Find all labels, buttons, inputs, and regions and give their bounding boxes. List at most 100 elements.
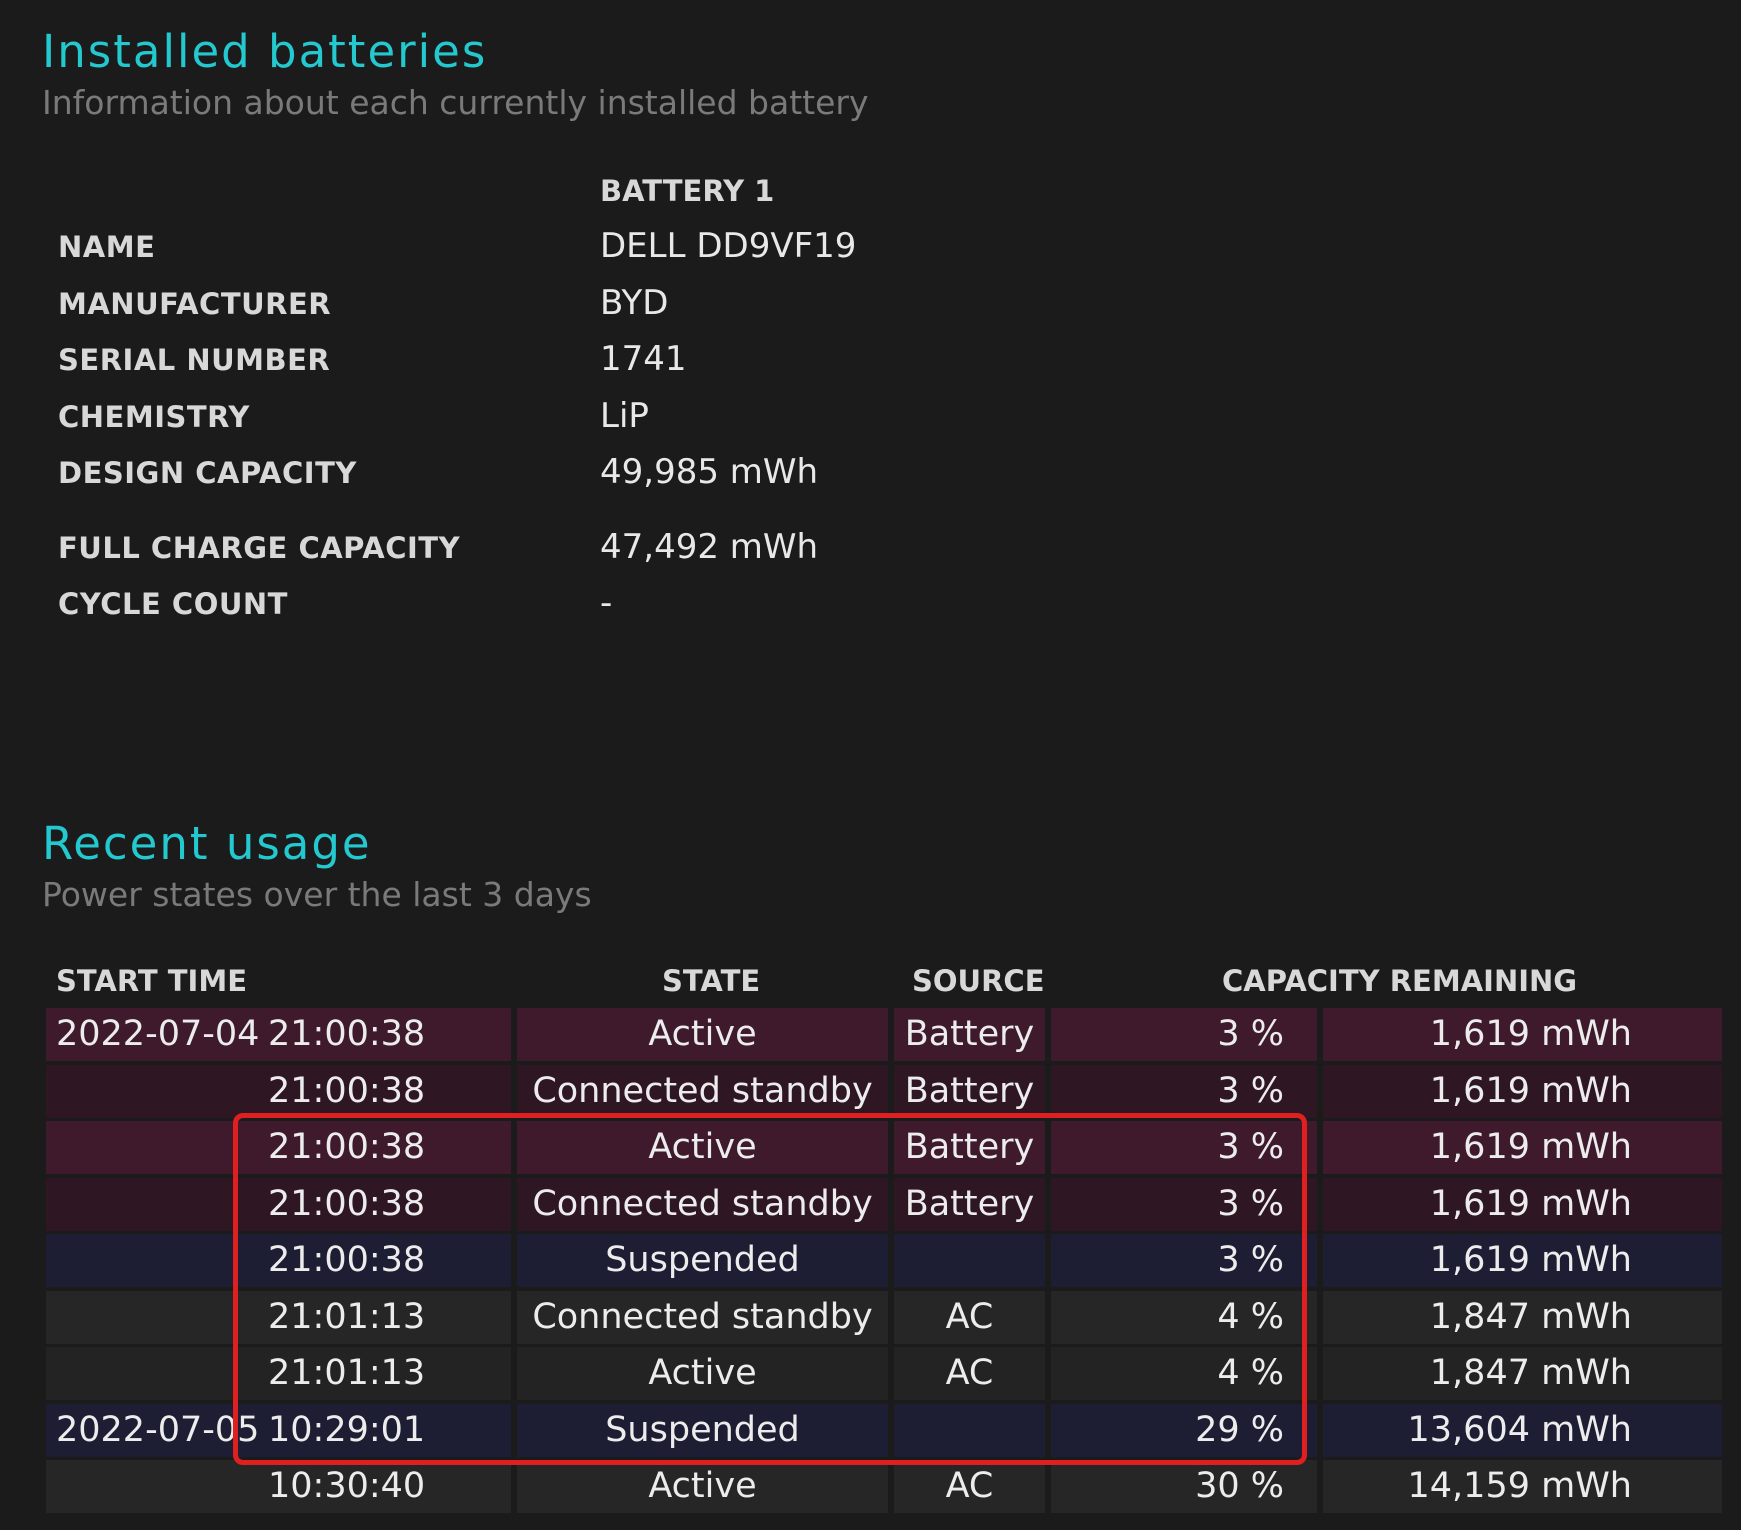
- source-cell: Battery: [894, 1121, 1045, 1174]
- percent-text: 4 %: [1217, 1296, 1284, 1337]
- battery-info-label: DESIGN CAPACITY: [58, 456, 357, 490]
- battery-info-row: MANUFACTURER BYD: [0, 283, 1741, 337]
- time-text: 21:01:13: [268, 1296, 426, 1337]
- battery-info-row: FULL CHARGE CAPACITY 47,492 mWh: [0, 527, 1741, 581]
- battery-info-row: NAME DELL DD9VF19: [0, 226, 1741, 280]
- battery-info-label: MANUFACTURER: [58, 287, 332, 321]
- time-text: 21:00:38: [268, 1014, 426, 1054]
- table-row: 21:00:38 Active Battery 3 % 1,619 mWh: [46, 1121, 1722, 1174]
- state-cell: Active: [517, 1347, 888, 1400]
- mwh-text: 1,619 mWh: [1429, 1070, 1632, 1111]
- table-row: 21:00:38 Connected standby Battery 3 % 1,619…: [46, 1064, 1722, 1118]
- start-time-cell: 10:30:40: [46, 1460, 511, 1513]
- mwh-text: 1,619 mWh: [1429, 1127, 1632, 1167]
- mwh-text: 1,619 mWh: [1429, 1014, 1632, 1054]
- capacity-mwh-cell: 1,847 mWh: [1323, 1290, 1722, 1344]
- percent-text: 3 %: [1217, 1070, 1284, 1111]
- capacity-mwh-cell: 14,159 mWh: [1323, 1460, 1722, 1513]
- capacity-remaining-header: CAPACITY REMAINING: [1222, 964, 1578, 998]
- start-time-cell: 21:01:13: [46, 1347, 511, 1400]
- start-time-cell: 21:00:38: [46, 1121, 511, 1174]
- state-cell: Connected standby: [517, 1064, 888, 1118]
- start-time-cell: 21:00:38: [46, 1177, 511, 1231]
- battery-info-label: SERIAL NUMBER: [58, 343, 331, 377]
- capacity-percent-cell: 3 %: [1051, 1234, 1317, 1287]
- capacity-percent-cell: 4 %: [1051, 1347, 1317, 1400]
- date-text: 2022-07-05: [56, 1409, 260, 1450]
- battery-info-label: NAME: [58, 230, 156, 264]
- start-time-cell: 21:00:38: [46, 1064, 511, 1118]
- time-text: 21:00:38: [268, 1183, 426, 1224]
- table-row: 21:01:13 Active AC 4 % 1,847 mWh: [46, 1347, 1722, 1400]
- battery-info-value: LiP: [600, 396, 649, 436]
- start-time-cell: 21:01:13: [46, 1290, 511, 1344]
- start-time-cell: 2022-07-05 10:29:01: [46, 1403, 511, 1457]
- battery-info-label: CHEMISTRY: [58, 400, 250, 434]
- capacity-mwh-cell: 1,619 mWh: [1323, 1064, 1722, 1118]
- source-cell: AC: [894, 1460, 1045, 1513]
- installed-batteries-table: BATTERY 1 NAME DELL DD9VF19 MANUFACTURER…: [0, 0, 1741, 700]
- mwh-text: 1,619 mWh: [1429, 1240, 1632, 1280]
- battery-info-label: FULL CHARGE CAPACITY: [58, 531, 461, 565]
- source-cell: Battery: [894, 1008, 1045, 1061]
- capacity-mwh-cell: 13,604 mWh: [1323, 1403, 1722, 1457]
- percent-text: 3 %: [1217, 1240, 1284, 1280]
- time-text: 21:00:38: [268, 1240, 426, 1280]
- percent-text: 3 %: [1217, 1127, 1284, 1167]
- time-text: 10:29:01: [268, 1409, 426, 1450]
- table-row: 2022-07-05 10:29:01 Suspended 29 % 13,604 mW…: [46, 1403, 1722, 1457]
- battery-info-row: CYCLE COUNT -: [0, 583, 1741, 637]
- date-text: 2022-07-04: [56, 1014, 260, 1054]
- table-row: 2022-07-04 21:00:38 Active Battery 3 % 1,619 …: [46, 1008, 1722, 1061]
- time-text: 21:00:38: [268, 1070, 426, 1111]
- source-header: SOURCE: [912, 964, 1045, 998]
- capacity-mwh-cell: 1,619 mWh: [1323, 1177, 1722, 1231]
- time-text: 21:00:38: [268, 1127, 426, 1167]
- state-header: STATE: [662, 964, 761, 998]
- time-text: 10:30:40: [268, 1466, 426, 1506]
- recent-usage-subtitle: Power states over the last 3 days: [42, 875, 592, 914]
- source-cell: [894, 1234, 1045, 1287]
- capacity-mwh-cell: 1,847 mWh: [1323, 1347, 1722, 1400]
- source-cell: Battery: [894, 1177, 1045, 1231]
- state-cell: Connected standby: [517, 1290, 888, 1344]
- battery-info-value: 1741: [600, 339, 687, 379]
- capacity-percent-cell: 29 %: [1051, 1403, 1317, 1457]
- battery-info-value: DELL DD9VF19: [600, 226, 857, 266]
- battery-info-row: CHEMISTRY LiP: [0, 396, 1741, 450]
- start-time-header: START TIME: [56, 964, 248, 998]
- recent-usage-title: Recent usage: [42, 817, 372, 870]
- source-cell: AC: [894, 1290, 1045, 1344]
- start-time-cell: 2022-07-04 21:00:38: [46, 1008, 511, 1061]
- table-row: 10:30:40 Active AC 30 % 14,159 mWh: [46, 1460, 1722, 1513]
- percent-text: 29 %: [1195, 1409, 1284, 1450]
- table-row: 21:00:38 Connected standby Battery 3 % 1,619…: [46, 1177, 1722, 1231]
- start-time-cell: 21:00:38: [46, 1234, 511, 1287]
- battery-info-value: -: [600, 583, 613, 623]
- battery-info-label: CYCLE COUNT: [58, 587, 288, 621]
- percent-text: 3 %: [1217, 1183, 1284, 1224]
- capacity-mwh-cell: 1,619 mWh: [1323, 1121, 1722, 1174]
- capacity-mwh-cell: 1,619 mWh: [1323, 1008, 1722, 1061]
- capacity-mwh-cell: 1,619 mWh: [1323, 1234, 1722, 1287]
- battery-report-page: Installed batteries Information about ea…: [0, 0, 1741, 1530]
- mwh-text: 1,619 mWh: [1429, 1183, 1632, 1224]
- source-cell: [894, 1403, 1045, 1457]
- battery-info-value: 49,985 mWh: [600, 452, 819, 492]
- mwh-text: 13,604 mWh: [1407, 1409, 1632, 1450]
- state-cell: Suspended: [517, 1403, 888, 1457]
- capacity-percent-cell: 3 %: [1051, 1177, 1317, 1231]
- battery-info-row: DESIGN CAPACITY 49,985 mWh: [0, 452, 1741, 506]
- percent-text: 30 %: [1195, 1466, 1284, 1506]
- state-cell: Active: [517, 1460, 888, 1513]
- source-cell: AC: [894, 1347, 1045, 1400]
- mwh-text: 14,159 mWh: [1407, 1466, 1632, 1506]
- time-text: 21:01:13: [268, 1353, 426, 1393]
- battery-info-value: BYD: [600, 283, 669, 323]
- battery-info-value: 47,492 mWh: [600, 527, 819, 567]
- state-cell: Connected standby: [517, 1177, 888, 1231]
- source-cell: Battery: [894, 1064, 1045, 1118]
- battery-info-row: SERIAL NUMBER 1741: [0, 339, 1741, 393]
- state-cell: Active: [517, 1008, 888, 1061]
- capacity-percent-cell: 3 %: [1051, 1064, 1317, 1118]
